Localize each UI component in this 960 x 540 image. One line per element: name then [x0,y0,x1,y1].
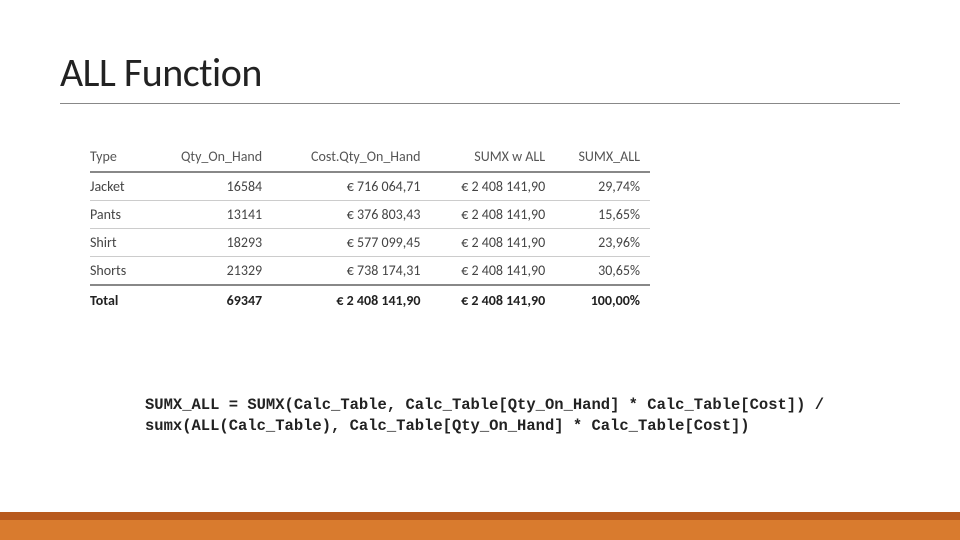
slide-title: ALL Function [60,48,900,104]
data-table: Type Qty_On_Hand Cost.Qty_On_Hand SUMX w… [90,142,650,314]
table-row: Pants 13141 € 376 803,43 € 2 408 141,90 … [90,201,650,229]
footer-accent-bar [0,512,960,520]
cell-qty: 13141 [151,201,272,229]
dax-formula: SUMX_ALL = SUMX(Calc_Table, Calc_Table[Q… [145,395,824,437]
cell-sumx-all: 100,00% [555,285,650,314]
cell-type: Pants [90,201,151,229]
cell-cost-qty: € 716 064,71 [272,172,430,201]
table-row: Shorts 21329 € 738 174,31 € 2 408 141,90… [90,257,650,286]
col-cost-qty: Cost.Qty_On_Hand [272,142,430,172]
cell-type: Shirt [90,229,151,257]
cell-sumx-w-all: € 2 408 141,90 [430,285,555,314]
cell-sumx-all: 23,96% [555,229,650,257]
cell-cost-qty: € 376 803,43 [272,201,430,229]
slide: ALL Function Type Qty_On_Hand Cost.Qty_O… [0,0,960,540]
table-row: Shirt 18293 € 577 099,45 € 2 408 141,90 … [90,229,650,257]
cell-type: Total [90,285,151,314]
slide-footer [0,512,960,540]
cell-cost-qty: € 577 099,45 [272,229,430,257]
cell-qty: 69347 [151,285,272,314]
table-total-row: Total 69347 € 2 408 141,90 € 2 408 141,9… [90,285,650,314]
table-header-row: Type Qty_On_Hand Cost.Qty_On_Hand SUMX w… [90,142,650,172]
cell-sumx-all: 29,74% [555,172,650,201]
cell-sumx-all: 15,65% [555,201,650,229]
cell-cost-qty: € 738 174,31 [272,257,430,286]
cell-cost-qty: € 2 408 141,90 [272,285,430,314]
cell-sumx-w-all: € 2 408 141,90 [430,172,555,201]
cell-qty: 16584 [151,172,272,201]
code-line-1: SUMX_ALL = SUMX(Calc_Table, Calc_Table[Q… [145,396,824,414]
cell-type: Jacket [90,172,151,201]
footer-main-bar [0,520,960,540]
cell-sumx-all: 30,65% [555,257,650,286]
table-row: Jacket 16584 € 716 064,71 € 2 408 141,90… [90,172,650,201]
code-line-2: sumx(ALL(Calc_Table), Calc_Table[Qty_On_… [145,417,750,435]
col-sumx-w-all: SUMX w ALL [430,142,555,172]
cell-qty: 21329 [151,257,272,286]
col-qty: Qty_On_Hand [151,142,272,172]
cell-sumx-w-all: € 2 408 141,90 [430,229,555,257]
cell-sumx-w-all: € 2 408 141,90 [430,201,555,229]
data-table-container: Type Qty_On_Hand Cost.Qty_On_Hand SUMX w… [90,142,650,314]
col-type: Type [90,142,151,172]
col-sumx-all: SUMX_ALL [555,142,650,172]
cell-qty: 18293 [151,229,272,257]
cell-sumx-w-all: € 2 408 141,90 [430,257,555,286]
cell-type: Shorts [90,257,151,286]
